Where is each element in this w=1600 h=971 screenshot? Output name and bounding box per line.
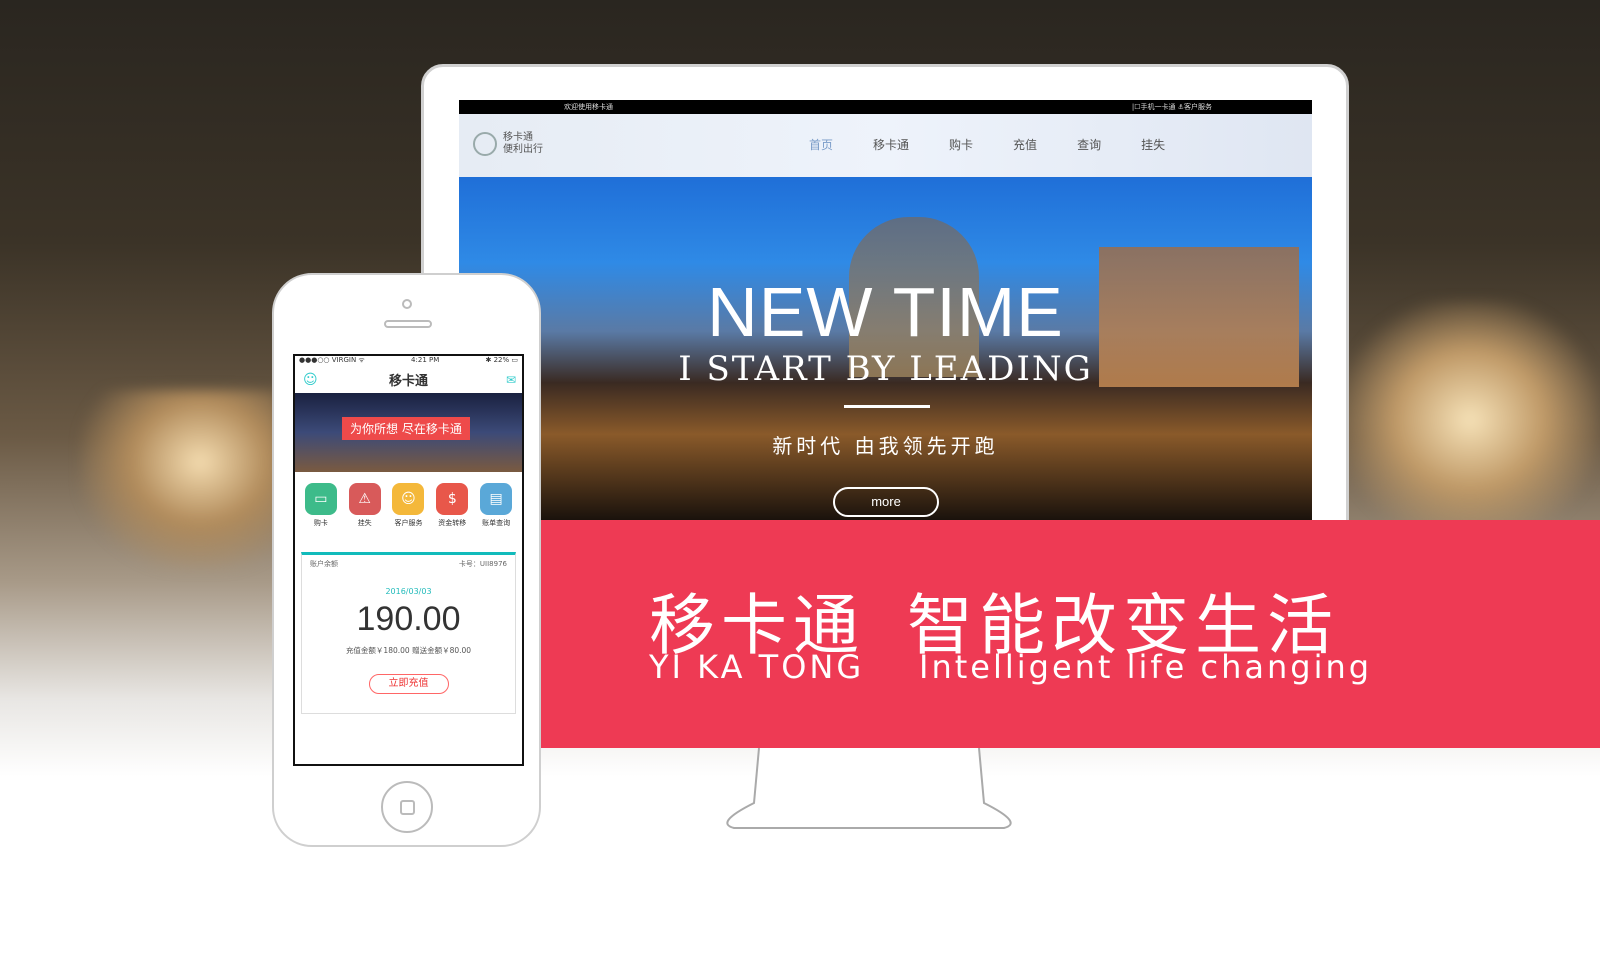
app-shortcuts: ▭ 购卡 ⚠ 挂失 ☺ 客户服务 $ 资金转移 ▤ 账单查询 xyxy=(295,472,522,528)
website-topbar: 欢迎使用移卡通 |☐手机一卡通 ⚓客户服务 xyxy=(459,100,1312,114)
home-button[interactable] xyxy=(381,781,433,833)
hero-subtitle: I START BY LEADING xyxy=(678,349,1093,389)
shortcut-label: 客户服务 xyxy=(394,519,423,527)
warning-icon: ⚠ xyxy=(348,483,381,515)
nav-report-loss[interactable]: 挂失 xyxy=(1141,136,1165,153)
balance-card: 账户余额 卡号：UII8976 2016/03/03 190.00 充值金额￥18… xyxy=(301,552,516,714)
shortcut-transfer[interactable]: $ 资金转移 xyxy=(436,483,469,528)
shortcut-buy-card[interactable]: ▭ 购卡 xyxy=(304,483,337,528)
logo-circle-icon xyxy=(473,132,497,156)
speaker-icon xyxy=(384,320,432,328)
balance-amount: 190.00 xyxy=(356,600,461,638)
carrier: ●●●○○ VIRGIN ᯤ xyxy=(299,356,365,364)
hero-cn-text: 新时代 由我领先开跑 xyxy=(772,434,999,458)
support-icon: ☺ xyxy=(392,483,425,515)
clock: 4:21 PM xyxy=(411,356,440,364)
balance-label: 账户余额 xyxy=(310,560,338,568)
card-icon: ▭ xyxy=(304,483,337,515)
hero-divider xyxy=(844,405,930,408)
app-header: ☺ 移卡通 ✉ xyxy=(295,366,522,393)
shortcut-label: 购卡 xyxy=(313,519,328,527)
shortcut-service[interactable]: ☺ 客户服务 xyxy=(392,483,425,528)
website-screen: 欢迎使用移卡通 |☐手机一卡通 ⚓客户服务 移卡通 便利出行 首页 移卡通 购卡 … xyxy=(459,100,1312,520)
shortcut-label: 挂失 xyxy=(357,519,372,527)
background-blur-house xyxy=(1340,300,1600,540)
site-logo[interactable]: 移卡通 便利出行 xyxy=(473,132,543,156)
app-screen: ●●●○○ VIRGIN ᯤ 4:21 PM ✱ 22% ▭ ☺ 移卡通 ✉ 为… xyxy=(293,354,524,766)
status-bar: ●●●○○ VIRGIN ᯤ 4:21 PM ✱ 22% ▭ xyxy=(295,356,522,366)
monitor-stand xyxy=(726,748,1012,829)
app-banner-text: 为你所想 尽在移卡通 xyxy=(342,417,470,440)
logo-line2: 便利出行 xyxy=(503,144,543,155)
shortcut-label: 账单查询 xyxy=(482,519,511,527)
balance-detail: 充值金额￥180.00 赠送金额￥80.00 xyxy=(345,646,472,655)
banner-en-slogan: Intelligent life changing xyxy=(919,648,1373,686)
card-number: 卡号：UII8976 xyxy=(458,560,507,568)
promo-banner: 移卡通 智能改变生活 YI KA TONG Intelligent life c… xyxy=(541,520,1600,748)
coin-icon: $ xyxy=(436,483,469,515)
camera-icon xyxy=(402,299,412,309)
hero-title: NEW TIME xyxy=(707,273,1064,351)
hero-banner: NEW TIME I START BY LEADING 新时代 由我领先开跑 m… xyxy=(459,177,1312,520)
nav-buy-card[interactable]: 购卡 xyxy=(949,136,973,153)
nav-home[interactable]: 首页 xyxy=(809,136,833,153)
avatar-icon[interactable]: ☺ xyxy=(303,372,318,388)
message-icon[interactable]: ✉ xyxy=(506,373,516,387)
welcome-text: 欢迎使用移卡通 xyxy=(564,103,613,111)
clipboard-icon: ▤ xyxy=(480,483,513,515)
shortcut-label: 资金转移 xyxy=(438,519,467,527)
shortcut-bill[interactable]: ▤ 账单查询 xyxy=(480,483,513,528)
nav-query[interactable]: 查询 xyxy=(1077,136,1101,153)
topbar-links[interactable]: |☐手机一卡通 ⚓客户服务 xyxy=(1132,102,1212,112)
background-blur-house xyxy=(80,390,280,570)
logo-line1: 移卡通 xyxy=(503,132,533,143)
recharge-button[interactable]: 立即充值 xyxy=(368,674,449,694)
banner-en-brand: YI KA TONG xyxy=(649,648,865,686)
app-title: 移卡通 xyxy=(388,374,428,389)
nav-yikatong[interactable]: 移卡通 xyxy=(873,136,909,153)
balance-date: 2016/03/03 xyxy=(385,587,432,596)
website-nav: 移卡通 便利出行 首页 移卡通 购卡 充值 查询 挂失 xyxy=(459,114,1312,177)
more-button[interactable]: more xyxy=(833,487,939,517)
app-banner[interactable]: 为你所想 尽在移卡通 xyxy=(295,393,522,472)
shortcut-report-loss[interactable]: ⚠ 挂失 xyxy=(348,483,381,528)
battery: ✱ 22% ▭ xyxy=(485,356,518,364)
nav-recharge[interactable]: 充值 xyxy=(1013,136,1037,153)
